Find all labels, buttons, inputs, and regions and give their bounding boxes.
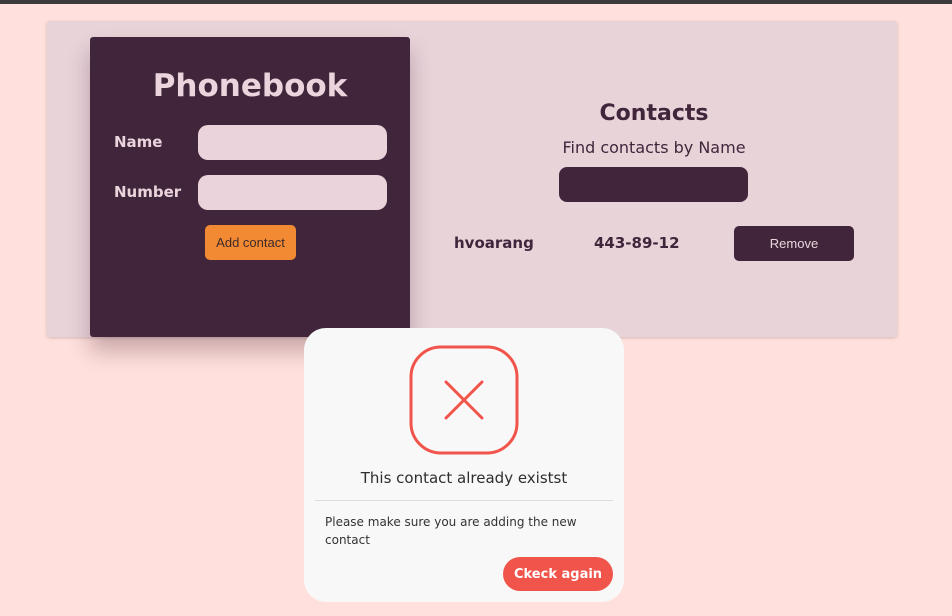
- name-label: Name: [114, 133, 163, 151]
- top-bar: [0, 0, 952, 4]
- number-label: Number: [114, 183, 182, 201]
- phonebook-panel: Phonebook Name Number Add contact: [90, 37, 410, 337]
- check-again-button[interactable]: Ckeck again: [503, 557, 613, 591]
- filter-label: Find contacts by Name: [562, 138, 746, 157]
- contacts-title: Contacts: [599, 101, 709, 126]
- dialog-title: This contact already existst: [360, 469, 568, 487]
- remove-contact-button[interactable]: Remove: [734, 226, 854, 261]
- filter-input[interactable]: [559, 167, 748, 202]
- dialog-message: Please make sure you are adding the new …: [325, 515, 577, 547]
- contact-name: hvoarang: [454, 234, 534, 252]
- contact-number: 443-89-12: [594, 234, 680, 252]
- close-x-icon: [409, 345, 519, 455]
- dialog-divider: [315, 500, 613, 501]
- number-input[interactable]: [198, 175, 387, 210]
- name-input[interactable]: [198, 125, 387, 160]
- error-dialog: This contact already existst Please make…: [304, 328, 624, 602]
- add-contact-button[interactable]: Add contact: [205, 225, 296, 260]
- phonebook-title: Phonebook: [152, 68, 348, 104]
